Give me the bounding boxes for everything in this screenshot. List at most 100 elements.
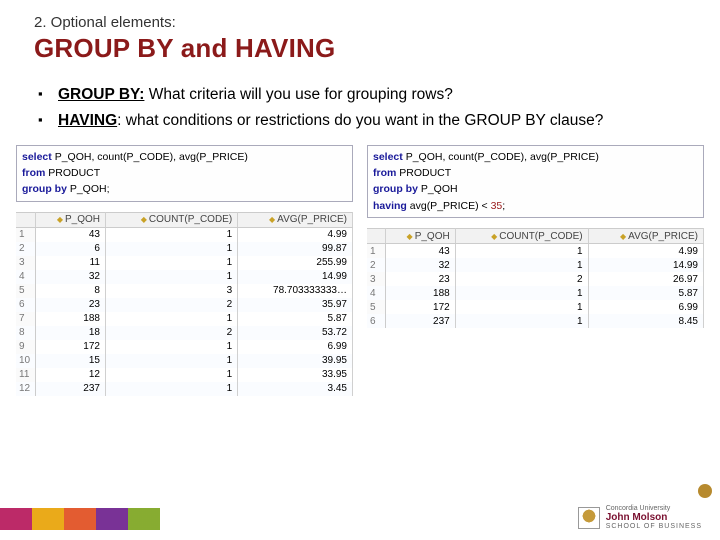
row-number: 4 <box>367 286 385 300</box>
table-cell: 53.72 <box>238 326 353 340</box>
table-cell: 78.703333333… <box>238 284 353 298</box>
table-cell: 1 <box>105 382 237 396</box>
bullet-groupby: GROUP BY: What criteria will you use for… <box>34 84 686 106</box>
row-number: 2 <box>367 258 385 272</box>
table-cell: 1 <box>455 286 588 300</box>
table-cell: 32 <box>36 270 106 284</box>
row-number: 11 <box>16 368 36 382</box>
table-row: 3111255.99 <box>16 256 353 270</box>
section-number: 2. Optional elements: <box>34 14 686 31</box>
table-cell: 14.99 <box>588 258 703 272</box>
right-rownum-header <box>367 229 385 244</box>
table-cell: 1 <box>455 300 588 314</box>
table-cell: 172 <box>36 340 106 354</box>
table-cell: 1 <box>105 340 237 354</box>
row-number: 3 <box>367 272 385 286</box>
table-row: 14314.99 <box>367 244 704 259</box>
table-cell: 39.95 <box>238 354 353 368</box>
bullet-list: GROUP BY: What criteria will you use for… <box>0 70 720 145</box>
row-number: 4 <box>16 270 36 284</box>
table-cell: 188 <box>385 286 455 300</box>
table-cell: 43 <box>36 227 106 242</box>
table-cell: 6.99 <box>588 300 703 314</box>
left-rownum-header <box>16 212 36 227</box>
table-row: 917216.99 <box>16 340 353 354</box>
table-cell: 1 <box>455 258 588 272</box>
page-title: GROUP BY and HAVING <box>34 33 686 64</box>
key-icon: ◆ <box>620 232 626 241</box>
table-cell: 6 <box>36 242 106 256</box>
right-sql: select P_QOH, count(P_CODE), avg(P_PRICE… <box>367 145 704 218</box>
table-cell: 1 <box>105 256 237 270</box>
right-panel: select P_QOH, count(P_CODE), avg(P_PRICE… <box>367 145 704 396</box>
key-icon: ◆ <box>491 232 497 241</box>
left-col-avg: ◆AVG(P_PRICE) <box>238 212 353 227</box>
row-number: 1 <box>367 244 385 259</box>
table-row: 1112133.95 <box>16 368 353 382</box>
table-cell: 5.87 <box>588 286 703 300</box>
left-col-pqoh: ◆P_QOH <box>36 212 106 227</box>
table-cell: 1 <box>455 244 588 259</box>
right-col-pqoh: ◆P_QOH <box>385 229 455 244</box>
key-icon: ◆ <box>407 232 413 241</box>
row-number: 9 <box>16 340 36 354</box>
table-cell: 2 <box>105 298 237 312</box>
table-row: 232114.99 <box>367 258 704 272</box>
table-cell: 32 <box>385 258 455 272</box>
row-number: 5 <box>367 300 385 314</box>
table-row: 323226.97 <box>367 272 704 286</box>
slide-number-badge <box>698 484 712 498</box>
right-table: ◆P_QOH ◆COUNT(P_CODE) ◆AVG(P_PRICE) 1431… <box>367 228 704 328</box>
table-cell: 26.97 <box>588 272 703 286</box>
logo-crest-icon <box>578 507 600 529</box>
row-number: 10 <box>16 354 36 368</box>
table-cell: 172 <box>385 300 455 314</box>
table-row: 623718.45 <box>367 314 704 328</box>
table-row: 1223713.45 <box>16 382 353 396</box>
key-icon: ◆ <box>57 215 63 224</box>
key-icon: ◆ <box>141 215 147 224</box>
table-row: 818253.72 <box>16 326 353 340</box>
left-col-count: ◆COUNT(P_CODE) <box>105 212 237 227</box>
table-cell: 14.99 <box>238 270 353 284</box>
table-cell: 35.97 <box>238 298 353 312</box>
table-cell: 237 <box>385 314 455 328</box>
table-cell: 6.99 <box>238 340 353 354</box>
row-number: 6 <box>367 314 385 328</box>
table-cell: 23 <box>36 298 106 312</box>
right-col-avg: ◆AVG(P_PRICE) <box>588 229 703 244</box>
row-number: 12 <box>16 382 36 396</box>
table-cell: 99.87 <box>238 242 353 256</box>
table-cell: 237 <box>36 382 106 396</box>
table-cell: 4.99 <box>238 227 353 242</box>
table-row: 418815.87 <box>367 286 704 300</box>
table-row: 58378.703333333… <box>16 284 353 298</box>
table-cell: 18 <box>36 326 106 340</box>
table-cell: 43 <box>385 244 455 259</box>
table-cell: 1 <box>105 227 237 242</box>
logo: Concordia University John Molson SCHOOL … <box>578 505 702 530</box>
table-cell: 11 <box>36 256 106 270</box>
table-cell: 8.45 <box>588 314 703 328</box>
row-number: 7 <box>16 312 36 326</box>
table-row: 517216.99 <box>367 300 704 314</box>
table-row: 14314.99 <box>16 227 353 242</box>
table-cell: 23 <box>385 272 455 286</box>
table-cell: 1 <box>105 270 237 284</box>
table-cell: 8 <box>36 284 106 298</box>
table-cell: 255.99 <box>238 256 353 270</box>
row-number: 6 <box>16 298 36 312</box>
left-sql: select P_QOH, count(P_CODE), avg(P_PRICE… <box>16 145 353 202</box>
table-row: 623235.97 <box>16 298 353 312</box>
left-table: ◆P_QOH ◆COUNT(P_CODE) ◆AVG(P_PRICE) 1431… <box>16 212 353 396</box>
left-panel: select P_QOH, count(P_CODE), avg(P_PRICE… <box>16 145 353 396</box>
table-row: 718815.87 <box>16 312 353 326</box>
row-number: 2 <box>16 242 36 256</box>
right-col-count: ◆COUNT(P_CODE) <box>455 229 588 244</box>
table-cell: 4.99 <box>588 244 703 259</box>
table-cell: 1 <box>455 314 588 328</box>
table-cell: 1 <box>105 312 237 326</box>
table-cell: 3.45 <box>238 382 353 396</box>
table-cell: 5.87 <box>238 312 353 326</box>
table-cell: 3 <box>105 284 237 298</box>
